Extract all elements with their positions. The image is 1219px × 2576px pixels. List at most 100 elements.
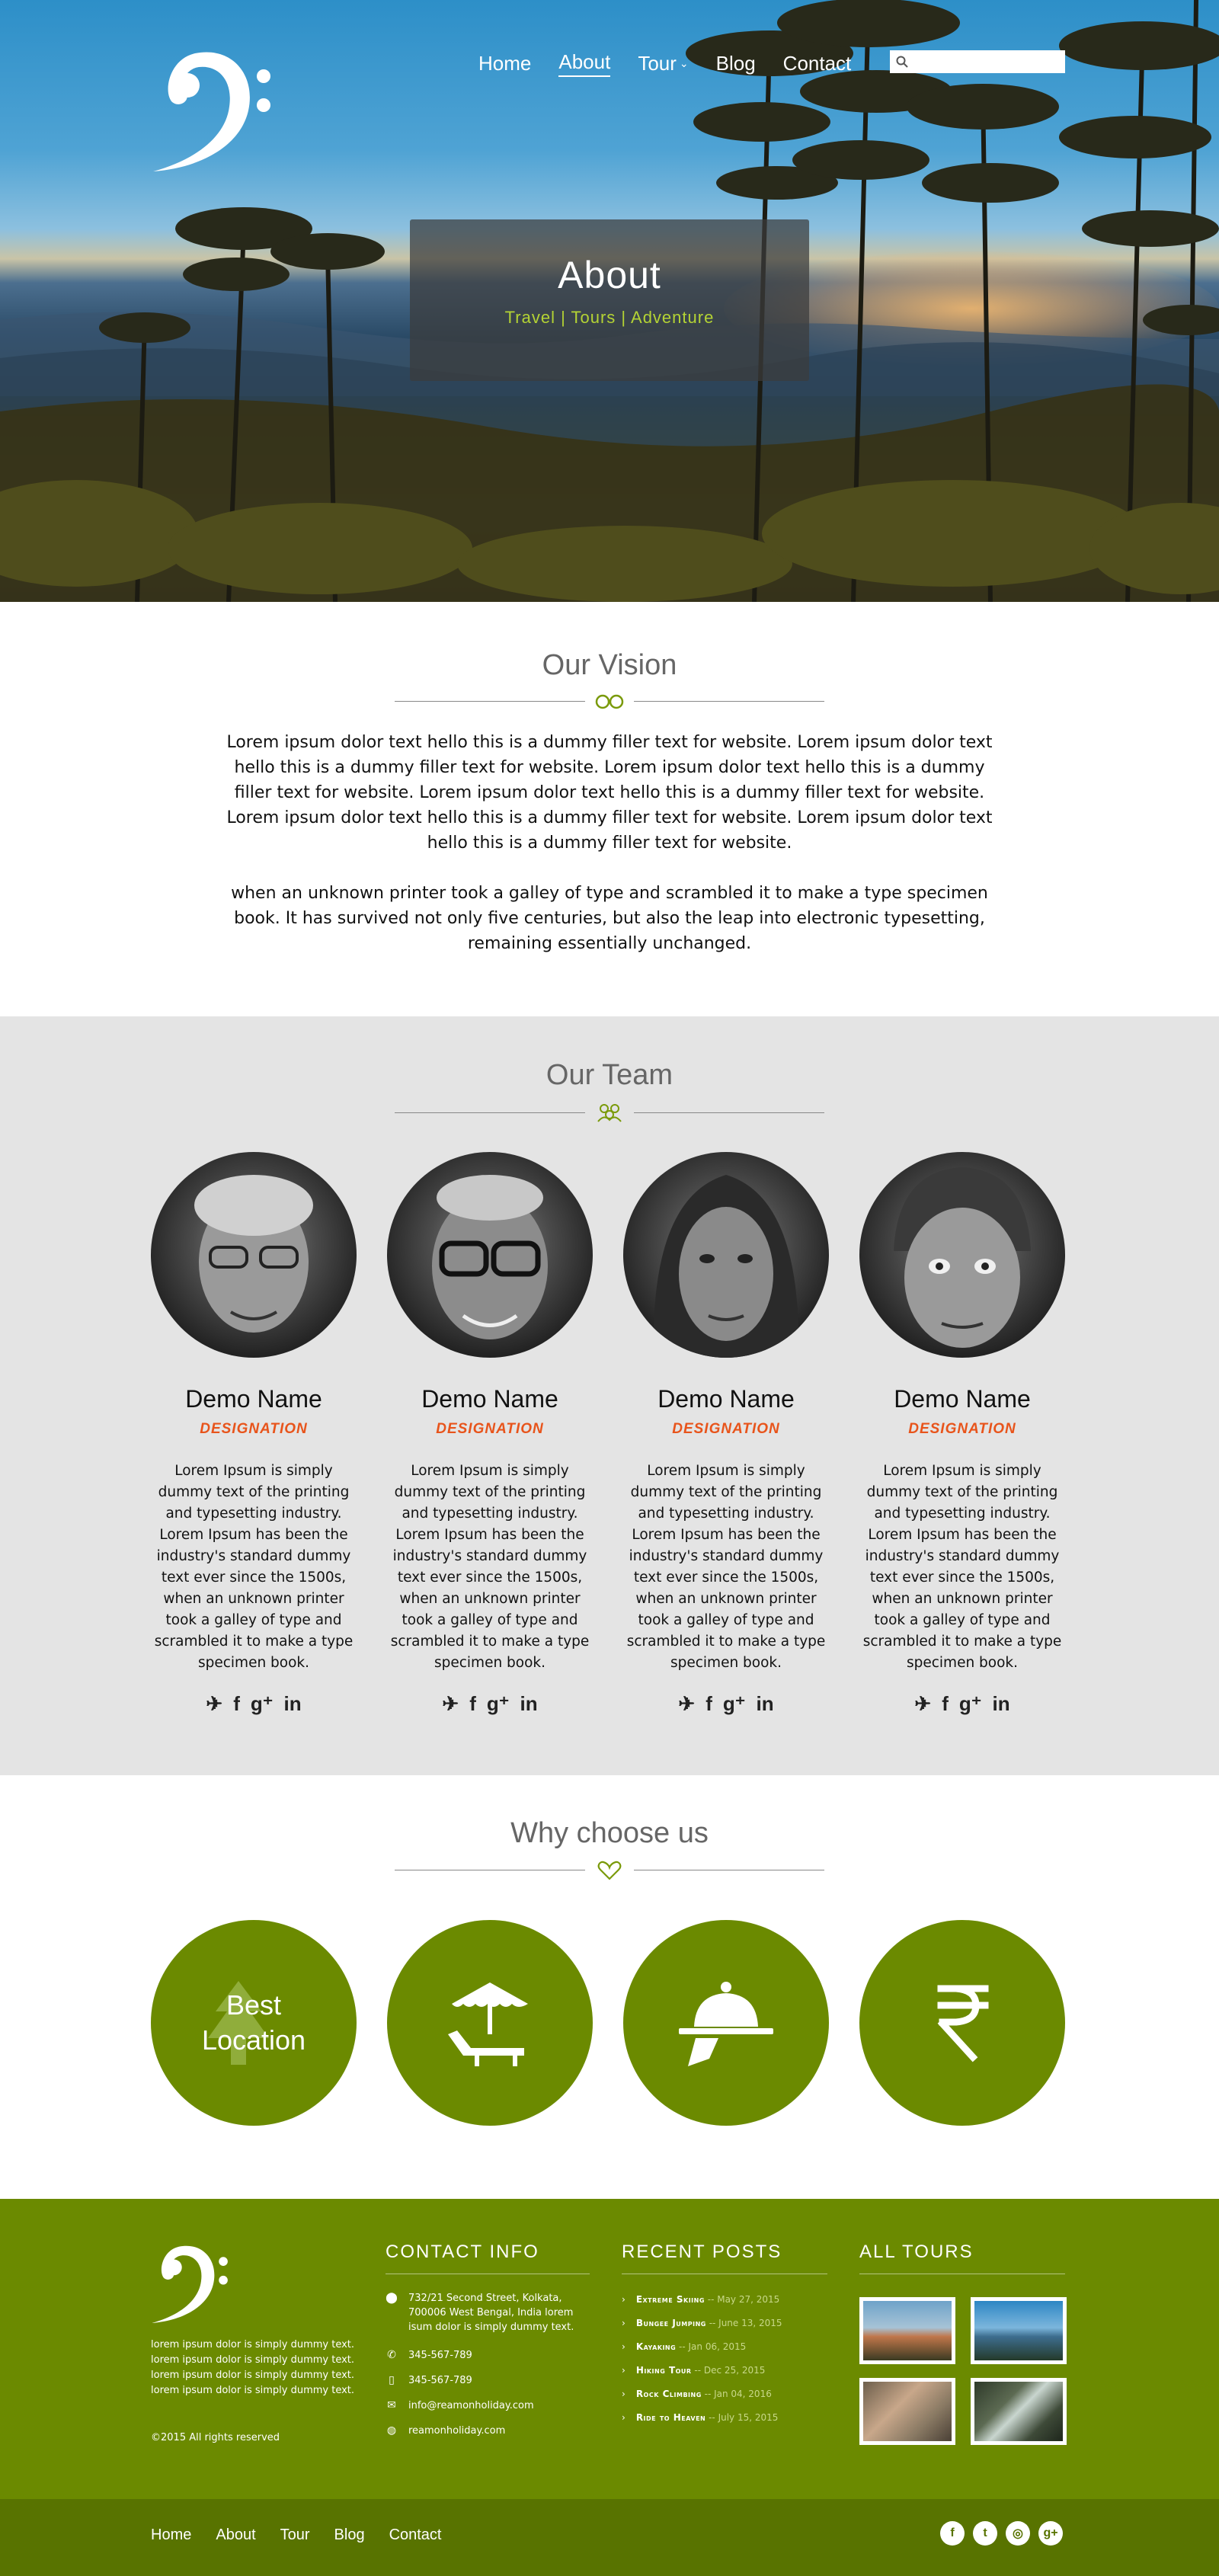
member-name: Demo Name [421, 1385, 558, 1413]
chevron-right-icon: › [622, 2341, 625, 2352]
google-plus-icon[interactable]: g⁺ [959, 1692, 982, 1715]
member-designation: DESIGNATION [436, 1421, 544, 1437]
mobile-icon: ▯ [389, 2374, 395, 2386]
chevron-right-icon: › [622, 2412, 625, 2423]
twitter-icon[interactable]: ✈ [206, 1692, 222, 1715]
facebook-icon[interactable]: f [469, 1692, 476, 1715]
post-title: Hiking Tour [635, 2365, 692, 2376]
footer-nav-blog[interactable]: Blog [334, 2526, 365, 2544]
phone-item-2: ▯ 345-567-789 [386, 2373, 590, 2388]
best-location-label: Best Location [201, 1989, 306, 2056]
member-social: ✈ f g⁺ in [855, 1692, 1070, 1715]
member-designation: DESIGNATION [908, 1421, 1016, 1437]
why-food[interactable] [623, 1920, 829, 2126]
member-designation: DESIGNATION [672, 1421, 780, 1437]
phone-item-1: ✆ 345-567-789 [386, 2348, 590, 2363]
post-date: -- Dec 25, 2015 [694, 2365, 766, 2376]
why-best-location[interactable]: Best Location [151, 1920, 357, 2126]
member-photo [859, 1152, 1065, 1358]
globe-icon: ◍ [386, 2424, 397, 2437]
team-member-card: Demo Name DESIGNATION Lorem Ipsum is simpl… [382, 1152, 597, 1715]
post-date: -- Jan 04, 2016 [704, 2389, 772, 2399]
tour-thumb-3[interactable] [859, 2378, 955, 2445]
nav-tour-label: Tour [638, 51, 677, 75]
twitter-icon[interactable]: ✈ [914, 1692, 931, 1715]
member-photo [151, 1152, 357, 1358]
post-title: Bungee Jumping [635, 2318, 706, 2328]
tour-thumb-1[interactable] [859, 2297, 955, 2364]
google-plus-icon[interactable]: g⁺ [723, 1692, 746, 1715]
tour-thumb-4[interactable] [971, 2378, 1067, 2445]
email-link[interactable]: info@reamonholiday.com [408, 2398, 534, 2413]
nav-blog[interactable]: Blog [716, 52, 756, 75]
member-photo [387, 1152, 593, 1358]
nav-about[interactable]: About [558, 50, 611, 77]
phone-text-1[interactable]: 345-567-789 [408, 2348, 472, 2363]
post-item[interactable]: › Extreme Skiing -- May 27, 2015 [622, 2294, 827, 2305]
post-title: Rock Climbing [635, 2389, 702, 2399]
linkedin-icon[interactable]: in [992, 1692, 1009, 1715]
phone-text-2[interactable]: 345-567-789 [408, 2373, 472, 2388]
twitter-icon[interactable]: t [973, 2521, 997, 2546]
footer-nav-contact[interactable]: Contact [389, 2526, 442, 2544]
post-item[interactable]: › Hiking Tour -- Dec 25, 2015 [622, 2365, 827, 2376]
nav-tour[interactable]: Tour ⌄ [638, 52, 688, 75]
google-plus-icon[interactable]: g⁺ [251, 1692, 274, 1715]
chevron-right-icon: › [622, 2365, 625, 2376]
search-icon[interactable] [896, 56, 908, 68]
vision-paragraph-1: Lorem ipsum dolor text hello this is a d… [226, 733, 993, 853]
footer-logo[interactable] [149, 2235, 233, 2327]
hero-subtitle: Travel | Tours | Adventure [504, 308, 715, 327]
linkedin-icon[interactable]: in [520, 1692, 537, 1715]
member-name: Demo Name [185, 1385, 322, 1413]
footer-nav-about[interactable]: About [216, 2526, 255, 2544]
why-divider [395, 1859, 824, 1882]
twitter-icon[interactable]: ✈ [678, 1692, 695, 1715]
facebook-icon[interactable]: f [940, 2521, 965, 2546]
linkedin-icon[interactable]: in [756, 1692, 773, 1715]
member-social: ✈ f g⁺ in [382, 1692, 597, 1715]
post-item[interactable]: › Rock Climbing -- Jan 04, 2016 [622, 2389, 827, 2399]
post-title: Kayaking [635, 2341, 677, 2352]
site-logo[interactable] [149, 38, 279, 175]
footer-nav-tour[interactable]: Tour [280, 2526, 310, 2544]
footer-social: f t ◎ g+ [940, 2521, 1063, 2546]
post-date: -- June 13, 2015 [709, 2318, 782, 2328]
heart-icon [597, 1861, 622, 1880]
chevron-down-icon: ⌄ [679, 56, 689, 69]
nav-home[interactable]: Home [478, 52, 531, 75]
why-heading: Why choose us [510, 1817, 709, 1849]
post-date: -- July 15, 2015 [709, 2412, 779, 2423]
footer-nav-home[interactable]: Home [151, 2526, 191, 2544]
team-member-card: Demo Name DESIGNATION Lorem Ipsum is simpl… [855, 1152, 1070, 1715]
web-item: ◍ reamonholiday.com [386, 2424, 590, 2438]
bass-clef-icon [153, 52, 270, 171]
envelope-icon: ✉ [387, 2399, 396, 2411]
google-plus-icon[interactable]: g⁺ [487, 1692, 510, 1715]
post-date: -- May 27, 2015 [707, 2294, 780, 2305]
nav-contact[interactable]: Contact [783, 52, 852, 75]
why-beach-resort[interactable] [387, 1920, 593, 2126]
web-link[interactable]: reamonholiday.com [408, 2424, 505, 2438]
member-designation: DESIGNATION [200, 1421, 308, 1437]
linkedin-icon[interactable]: in [283, 1692, 301, 1715]
team-divider [395, 1102, 824, 1125]
search-input[interactable] [913, 53, 1057, 71]
twitter-icon[interactable]: ✈ [442, 1692, 459, 1715]
facebook-icon[interactable]: f [705, 1692, 712, 1715]
glasses-icon [595, 694, 624, 709]
member-name: Demo Name [894, 1385, 1031, 1413]
google-plus-icon[interactable]: g+ [1038, 2521, 1063, 2546]
post-item[interactable]: › Bungee Jumping -- June 13, 2015 [622, 2318, 827, 2328]
facebook-icon[interactable]: f [942, 1692, 949, 1715]
facebook-icon[interactable]: f [233, 1692, 240, 1715]
beach-lounger-icon [448, 1982, 528, 2066]
tour-thumb-2[interactable] [971, 2297, 1067, 2364]
why-price[interactable] [859, 1920, 1065, 2126]
vision-heading: Our Vision [542, 649, 677, 681]
hero-title-box: About Travel | Tours | Adventure [410, 219, 809, 381]
post-item[interactable]: › Kayaking -- Jan 06, 2015 [622, 2341, 827, 2352]
contact-heading: CONTACT INFO [386, 2242, 590, 2274]
instagram-icon[interactable]: ◎ [1006, 2521, 1030, 2546]
post-item[interactable]: › Ride to Heaven -- July 15, 2015 [622, 2412, 827, 2423]
